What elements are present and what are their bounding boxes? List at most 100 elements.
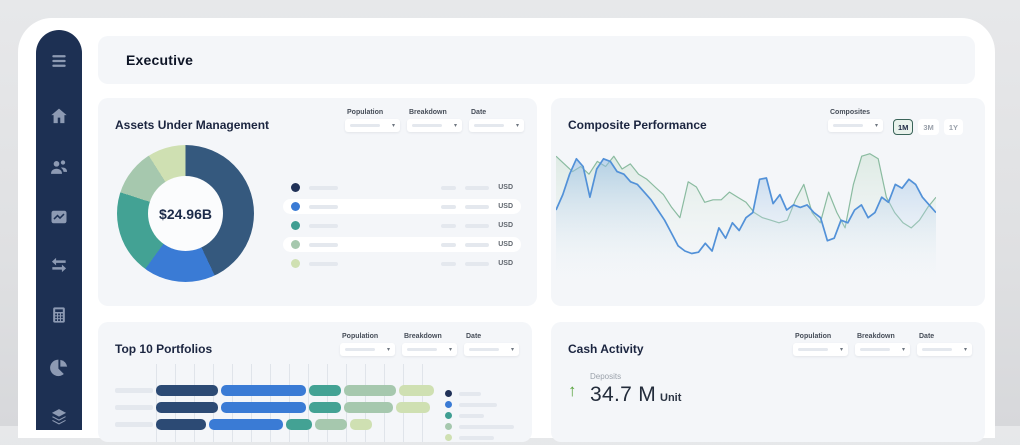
legend-value-skeleton	[465, 205, 489, 209]
filter-population: Population▾	[340, 333, 395, 356]
bar-segment	[221, 402, 306, 413]
legend-name-skeleton	[459, 392, 481, 396]
chevron-down-icon: ▾	[516, 123, 519, 129]
aum-donut-center: $24.96B	[148, 176, 223, 251]
portfolio-stacked-bar	[156, 385, 434, 396]
bar-segment	[399, 385, 434, 396]
aum-legend-row: USD	[283, 199, 521, 214]
top10-portfolios-card: Top 10 Portfolios Population▾Breakdown▾D…	[98, 322, 532, 442]
currency-label: USD	[498, 222, 513, 229]
population-select[interactable]: ▾	[345, 119, 400, 132]
page-title: Executive	[126, 52, 193, 68]
legend-values: USD	[441, 203, 513, 210]
chevron-down-icon: ▾	[964, 347, 967, 353]
filter-label: Breakdown	[857, 333, 910, 340]
aum-donut-chart: $24.96B	[117, 145, 254, 282]
legend-name-skeleton	[459, 425, 514, 429]
menu-button[interactable]	[49, 51, 69, 71]
range-buttons: 1M 3M 1Y	[893, 119, 963, 135]
bar-segment	[309, 385, 341, 396]
breakdown-select[interactable]: ▾	[855, 343, 910, 356]
select-placeholder-skeleton	[412, 124, 442, 127]
filter-label: Breakdown	[409, 109, 462, 116]
currency-label: USD	[498, 203, 513, 210]
aum-legend-row: USD	[283, 256, 521, 271]
chevron-down-icon: ▾	[392, 123, 395, 129]
bar-segment	[396, 402, 430, 413]
date-select[interactable]: ▾	[469, 119, 524, 132]
chevron-down-icon: ▾	[875, 123, 878, 129]
range-1y-button[interactable]: 1Y	[944, 119, 963, 135]
bar-segment	[221, 385, 306, 396]
home-icon	[49, 106, 69, 126]
nav-home[interactable]	[49, 106, 69, 126]
legend-dot	[445, 401, 452, 408]
filter-breakdown: Breakdown ▾	[402, 333, 457, 356]
filter-date: Date ▾	[469, 109, 524, 132]
filter-label: Date	[919, 333, 972, 340]
chevron-down-icon: ▾	[454, 123, 457, 129]
bar-segment	[156, 402, 218, 413]
chevron-down-icon: ▾	[387, 347, 390, 353]
composite-performance-card: Composite Performance Composites▾ 1M3M1Y	[551, 98, 985, 306]
filter-population: Population▾	[345, 109, 400, 132]
legend-values: USD	[441, 260, 513, 267]
chevron-down-icon: ▾	[511, 347, 514, 353]
range-3m-button[interactable]: 3M	[918, 119, 938, 135]
bar-segment	[156, 385, 218, 396]
nav-clients[interactable]	[49, 157, 69, 177]
nav-allocation[interactable]	[49, 358, 69, 378]
aum-card-title: Assets Under Management	[115, 118, 269, 132]
filter-date: Date ▾	[464, 333, 519, 356]
nav-layers[interactable]	[49, 407, 69, 427]
portfolios-legend	[445, 390, 514, 445]
legend-values: USD	[441, 241, 513, 248]
population-select[interactable]: ▾	[340, 343, 395, 356]
deposits-value: 34.7 M	[590, 383, 656, 407]
portfolio-name-skeleton	[115, 405, 153, 410]
transfers-icon	[49, 255, 69, 275]
nav-transfers[interactable]	[49, 255, 69, 275]
filter-label: Date	[471, 109, 524, 116]
filter-breakdown: Breakdown ▾	[855, 333, 910, 356]
cash-card-title: Cash Activity	[568, 342, 644, 356]
portfolios-legend-item	[445, 390, 514, 397]
currency-label: USD	[498, 184, 513, 191]
legend-name-skeleton	[459, 436, 494, 440]
select-placeholder-skeleton	[922, 348, 952, 351]
date-select[interactable]: ▾	[917, 343, 972, 356]
portfolio-bar-row	[115, 385, 434, 396]
select-placeholder-skeleton	[833, 124, 863, 127]
portfolios-filters: Population▾ Breakdown ▾ Date ▾	[340, 333, 519, 356]
portfolios-legend-item	[445, 412, 514, 419]
legend-dot	[291, 240, 300, 249]
currency-label: USD	[498, 260, 513, 267]
portfolios-legend-item	[445, 423, 514, 430]
legend-value-skeleton	[441, 243, 456, 247]
nav-performance[interactable]	[49, 207, 69, 227]
bar-segment	[309, 402, 341, 413]
cash-filters: Population▾Breakdown▾Date▾	[793, 333, 972, 356]
nav-calculator[interactable]	[49, 305, 69, 325]
allocation-icon	[49, 358, 69, 378]
portfolio-bar-row	[115, 419, 372, 430]
legend-value-skeleton	[441, 262, 456, 266]
legend-dot	[291, 259, 300, 268]
filter-label: Composites	[830, 109, 883, 116]
sidebar	[36, 30, 82, 430]
layers-icon	[49, 407, 69, 427]
range-1m-button[interactable]: 1M	[893, 119, 913, 135]
filter-label: Date	[466, 333, 519, 340]
filter-label: Breakdown	[404, 333, 457, 340]
deposits-unit: Unit	[660, 392, 681, 404]
select-placeholder-skeleton	[345, 348, 375, 351]
date-select[interactable]: ▾	[464, 343, 519, 356]
population-select[interactable]: ▾	[793, 343, 848, 356]
chevron-down-icon: ▾	[840, 347, 843, 353]
composites-select[interactable]: ▾	[828, 119, 883, 132]
breakdown-select[interactable]: ▾	[402, 343, 457, 356]
breakdown-select[interactable]: ▾	[407, 119, 462, 132]
menu-icon	[49, 51, 69, 71]
chevron-down-icon: ▾	[902, 347, 905, 353]
legend-name-skeleton	[459, 403, 497, 407]
